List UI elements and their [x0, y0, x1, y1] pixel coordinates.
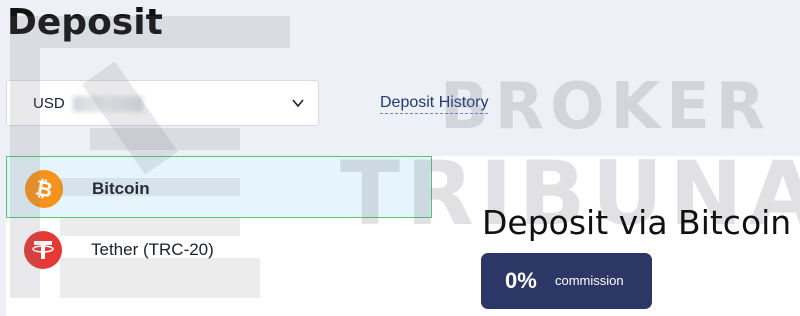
method-label: Tether (TRC-20): [91, 240, 214, 259]
payment-method-list: ₿ Bitcoin Tether (TRC-20): [6, 156, 433, 316]
currency-select[interactable]: USD: [6, 80, 319, 126]
tether-icon: [24, 231, 62, 269]
deposit-history-link[interactable]: Deposit History: [380, 94, 489, 114]
method-tether[interactable]: Tether (TRC-20): [6, 218, 432, 280]
watermark-text: BROKER: [440, 70, 772, 144]
deposit-panel-title: Deposit via Bitcoin: [482, 203, 792, 242]
chevron-down-icon: [292, 99, 304, 108]
method-bitcoin[interactable]: ₿ Bitcoin: [6, 156, 432, 218]
blurred-balance: [73, 96, 143, 112]
method-label: Bitcoin: [92, 179, 150, 198]
page-title: Deposit: [7, 2, 163, 43]
commission-label: commission: [555, 273, 624, 288]
commission-badge: 0% commission: [481, 253, 652, 309]
currency-value: USD: [33, 95, 65, 112]
bitcoin-icon: ₿: [25, 170, 63, 208]
commission-value: 0%: [505, 268, 537, 293]
